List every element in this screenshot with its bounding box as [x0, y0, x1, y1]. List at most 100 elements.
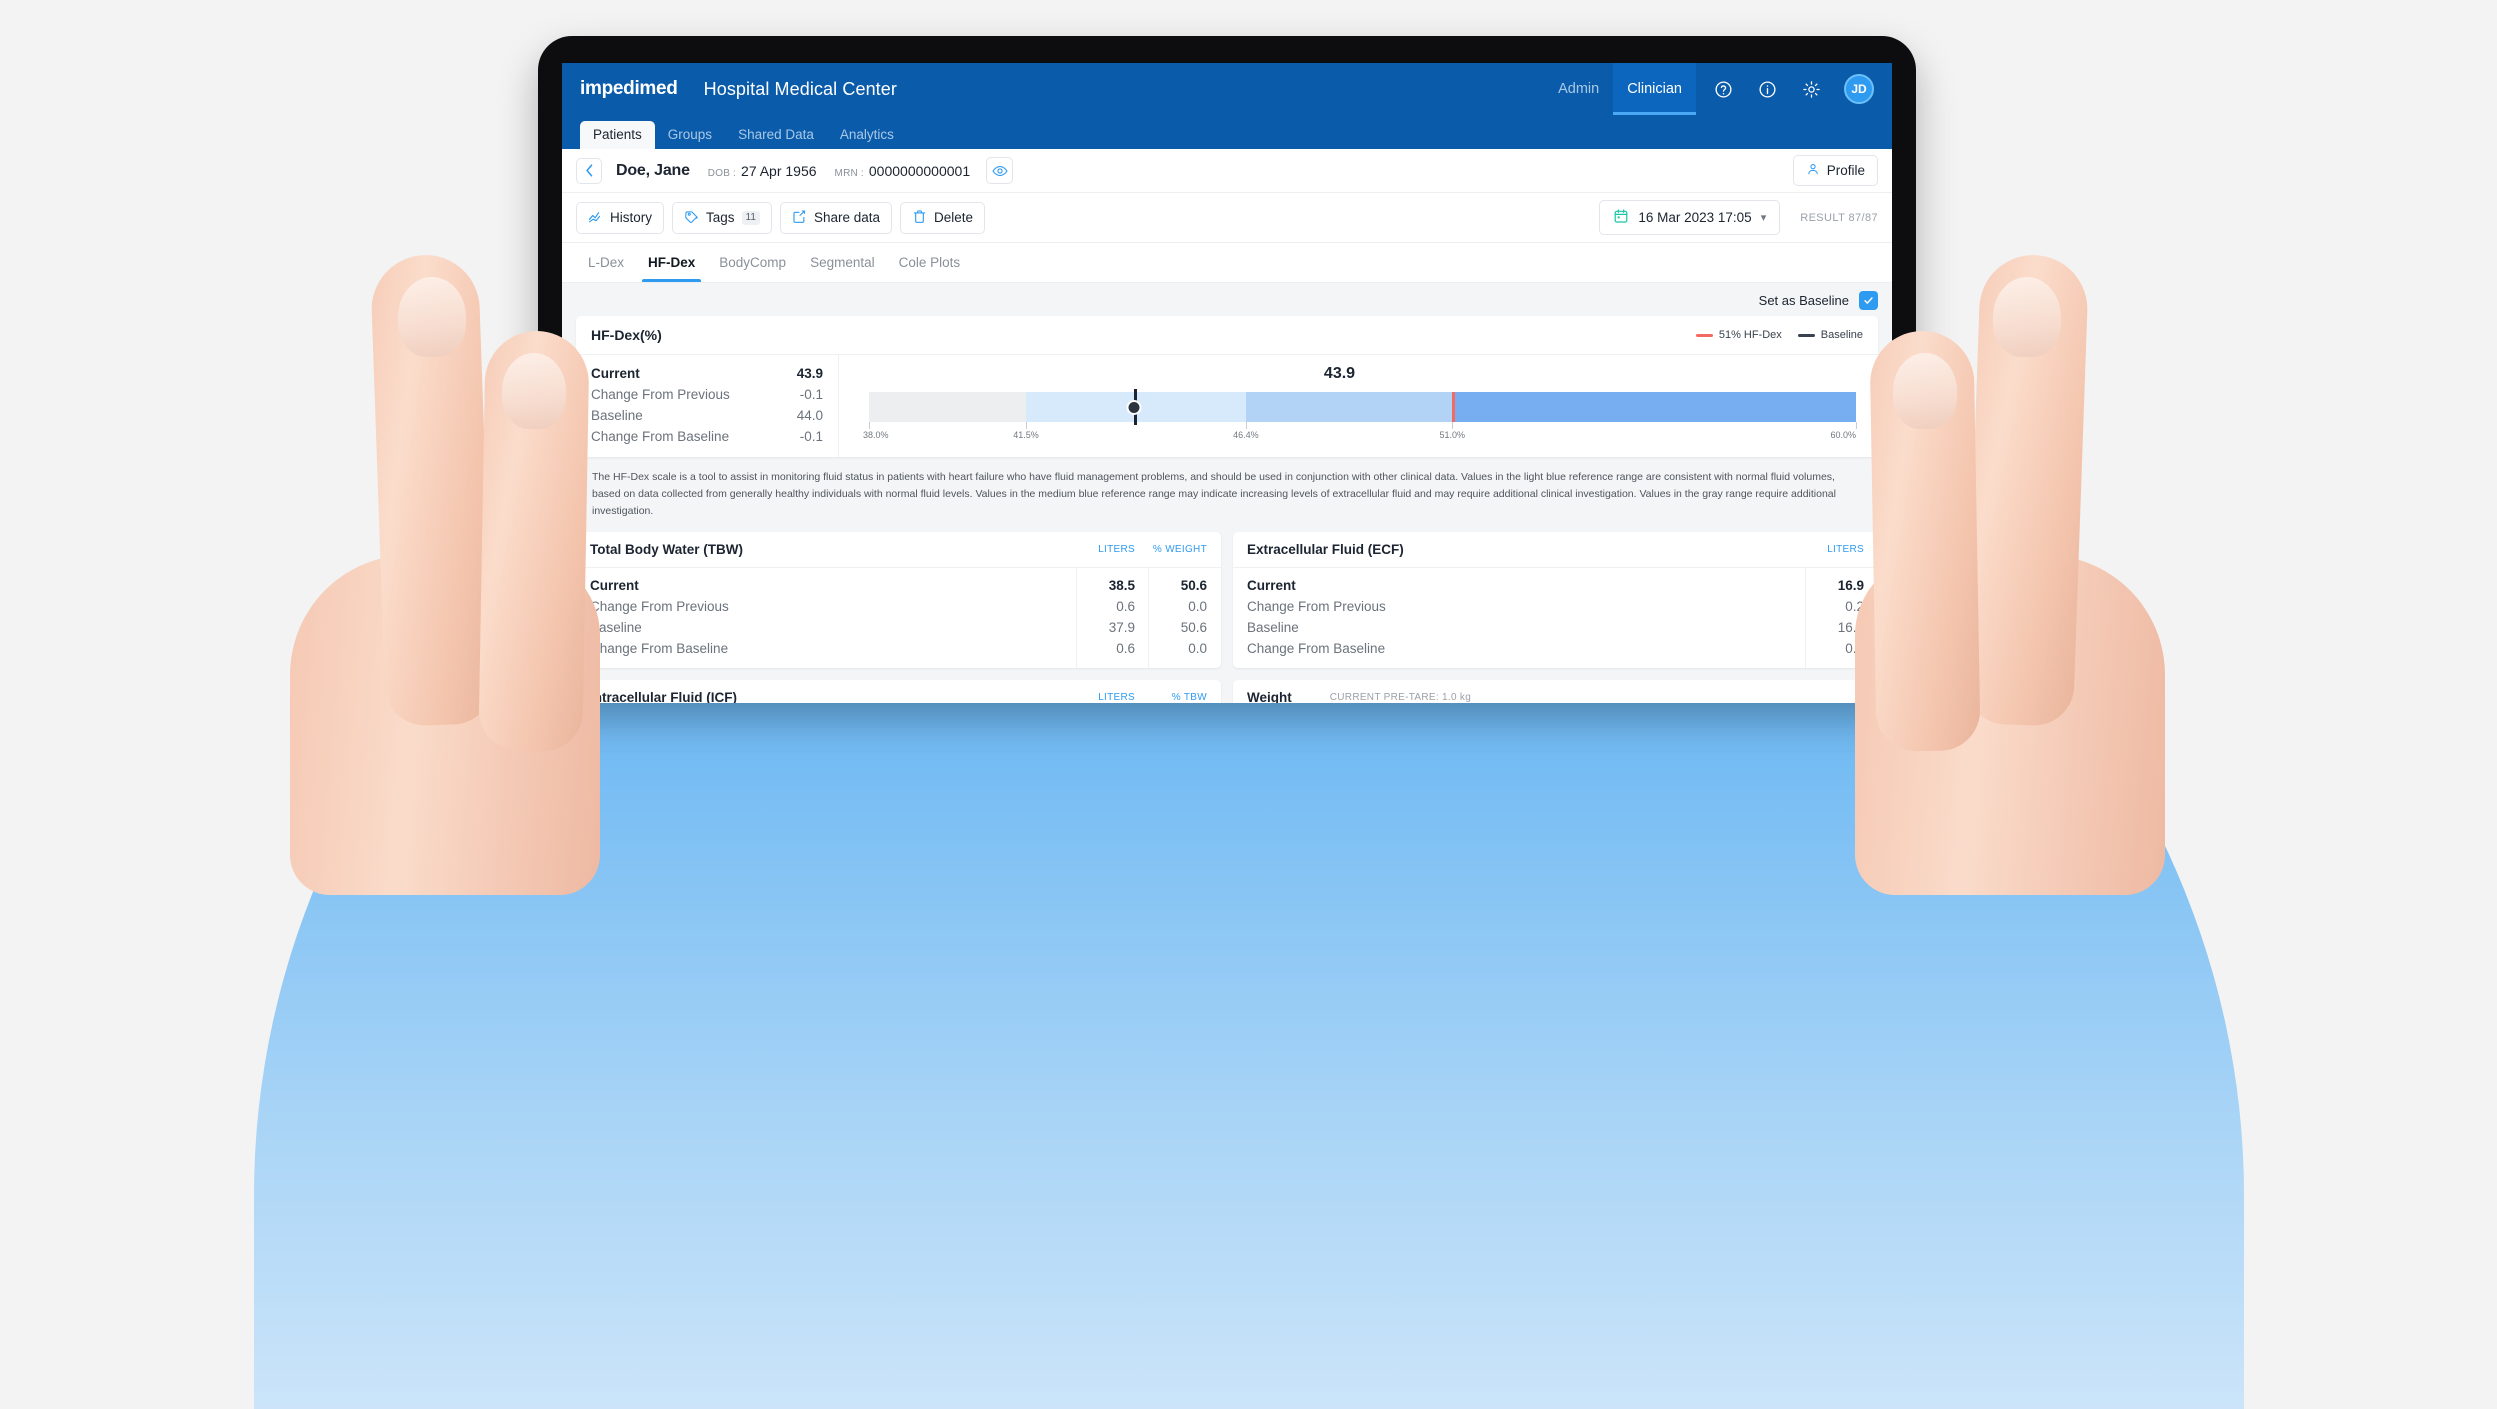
table-row: Change From Previous 0.2 — [1233, 596, 1878, 617]
hf-dex-card-body: Current 43.9 Change From Previous -0.1 B… — [576, 355, 1878, 457]
tab-hf-dex[interactable]: HF-Dex — [636, 243, 707, 282]
patient-name: Doe, Jane — [616, 161, 690, 179]
tab-cole-plots[interactable]: Cole Plots — [887, 243, 973, 282]
history-button[interactable]: History — [576, 201, 665, 234]
left-index-nail — [398, 277, 466, 357]
date-selector[interactable]: 16 Mar 2023 17:05 ▾ — [1599, 200, 1781, 235]
patient-mrn: MRN : 0000000000001 — [835, 163, 971, 179]
mrn-label: MRN : — [834, 167, 864, 179]
gauge-tick — [1452, 422, 1454, 429]
fluid-cards-row-1: Total Body Water (TBW) LITERS % WEIGHT C… — [576, 532, 1878, 668]
set-as-baseline-label: Set as Baseline — [1758, 293, 1849, 308]
row-value: 44.0 — [796, 408, 823, 423]
hf-dex-card-header: HF-Dex(%) 51% HF-Dex Baseline — [576, 316, 1878, 355]
icf-card-title: Intracellular Fluid (ICF) — [590, 690, 738, 703]
gauge-reference-marker-51 — [1452, 392, 1455, 422]
ecf-card-header: Extracellular Fluid (ECF) LITERS — [1233, 532, 1878, 568]
row-value-liters: 0.2 — [1845, 599, 1864, 614]
back-button[interactable] — [576, 157, 602, 184]
app-top-bar: impedimed Hospital Medical Center Admin … — [562, 63, 1892, 115]
trash-icon — [912, 209, 927, 227]
share-data-button[interactable]: Share data — [779, 201, 892, 234]
profile-button[interactable]: Profile — [1792, 155, 1878, 186]
share-icon — [792, 209, 807, 227]
role-tab-clinician[interactable]: Clinician — [1613, 63, 1696, 115]
eye-icon[interactable] — [986, 157, 1014, 184]
gauge-current-value: 43.9 — [1323, 365, 1356, 382]
tab-bodycomp[interactable]: BodyComp — [707, 243, 798, 282]
row-value-percent: 0.0 — [1188, 599, 1207, 614]
gauge-band-gray — [869, 392, 1027, 422]
table-row: Current 16.9 — [1233, 575, 1878, 596]
nav-tab-analytics[interactable]: Analytics — [827, 121, 907, 150]
gear-icon[interactable] — [1794, 72, 1828, 106]
tablet-screen: impedimed Hospital Medical Center Admin … — [562, 63, 1892, 703]
ecf-card: Extracellular Fluid (ECF) LITERS Current… — [1233, 532, 1878, 668]
main-nav-tabs: Patients Groups Shared Data Analytics — [562, 115, 1892, 149]
chevron-down-icon: ▾ — [1760, 212, 1767, 224]
share-data-button-label: Share data — [813, 210, 880, 225]
tab-segmental[interactable]: Segmental — [798, 243, 887, 282]
row-label: Baseline — [1247, 620, 1299, 635]
avatar[interactable]: JD — [1844, 74, 1874, 104]
legend-swatch-baseline — [1797, 333, 1815, 337]
row-label: Change From Baseline — [1247, 641, 1386, 656]
row-label: Change From Baseline — [590, 641, 729, 656]
row-label: Current — [590, 578, 639, 593]
row-value: -0.1 — [799, 429, 823, 444]
profile-button-label: Profile — [1826, 163, 1865, 178]
person-icon — [1806, 162, 1820, 179]
hf-dex-card-title: HF-Dex(%) — [591, 327, 662, 343]
ecf-unit-liters[interactable]: LITERS — [1792, 544, 1864, 555]
dob-value: 27 Apr 1956 — [741, 162, 817, 179]
gauge-tick-label: 38.0% — [863, 430, 889, 440]
gauge-tick — [1026, 422, 1028, 429]
weight-pretare-text: CURRENT PRE-TARE: 1.0 kg — [1329, 692, 1472, 703]
tags-button[interactable]: Tags 11 — [672, 201, 772, 234]
patient-dob: DOB : 27 Apr 1956 — [708, 163, 817, 179]
tbw-card: Total Body Water (TBW) LITERS % WEIGHT C… — [576, 532, 1221, 668]
legend-label-hfdex: 51% HF-Dex — [1718, 329, 1782, 341]
brand-logo: impedimed — [580, 78, 678, 99]
gauge-band-medium-blue — [1245, 392, 1453, 422]
tbw-unit-liters[interactable]: LITERS — [1063, 544, 1135, 555]
delete-button-label: Delete — [934, 210, 974, 225]
tags-count-badge: 11 — [741, 210, 760, 225]
icf-card: Intracellular Fluid (ICF) LITERS % TBW C… — [576, 680, 1221, 703]
hf-dex-values-table: Current 43.9 Change From Previous -0.1 B… — [576, 355, 839, 457]
nav-tab-groups[interactable]: Groups — [655, 121, 725, 150]
date-selector-value: 16 Mar 2023 17:05 — [1638, 210, 1752, 225]
role-tab-admin[interactable]: Admin — [1544, 63, 1613, 115]
nav-tab-patients[interactable]: Patients — [580, 120, 655, 149]
info-icon[interactable] — [1750, 72, 1784, 106]
row-label: Baseline — [590, 620, 642, 635]
tab-l-dex[interactable]: L-Dex — [576, 243, 636, 282]
row-label: Change From Baseline — [591, 429, 730, 444]
nav-tab-shared-data[interactable]: Shared Data — [725, 121, 827, 150]
gauge-band-dark-blue — [1452, 392, 1856, 422]
icf-unit-percent-tbw[interactable]: % TBW — [1135, 692, 1207, 703]
row-value-percent: 0.0 — [1188, 641, 1207, 656]
row-value-liters: 0.6 — [1116, 599, 1135, 614]
weight-card-header: Weight CURRENT PRE-TARE: 1.0 kg — [1233, 680, 1878, 703]
row-label: Current — [591, 366, 640, 381]
hf-dex-card: HF-Dex(%) 51% HF-Dex Baseline Current 43… — [576, 316, 1878, 457]
table-row: Current 38.5 50.6 — [576, 575, 1221, 596]
tablet-device-frame: impedimed Hospital Medical Center Admin … — [538, 36, 1916, 703]
gauge-tick-label: 51.0% — [1439, 430, 1465, 440]
icf-unit-liters[interactable]: LITERS — [1063, 692, 1135, 703]
gauge-tick-label: 46.4% — [1233, 430, 1259, 440]
gauge-tick-axis: 38.0% 41.5% 46.4% 51.0% 60.0% — [863, 422, 1857, 440]
help-icon[interactable] — [1706, 72, 1740, 106]
patient-toolbar: History Tags 11 Share data Delete 16 Mar… — [562, 193, 1892, 243]
icf-card-header: Intracellular Fluid (ICF) LITERS % TBW — [576, 680, 1221, 703]
page-content: Doe, Jane DOB : 27 Apr 1956 MRN : 000000… — [562, 149, 1892, 703]
delete-button[interactable]: Delete — [900, 201, 986, 234]
tbw-card-body: Current 38.5 50.6 Change From Previous 0… — [576, 568, 1221, 668]
tag-icon — [684, 209, 699, 227]
table-row: Baseline 16.7 — [1233, 617, 1878, 638]
ecf-card-body: Current 16.9 Change From Previous 0.2 Ba… — [1233, 568, 1878, 668]
tbw-unit-percent-weight[interactable]: % WEIGHT — [1135, 544, 1207, 555]
mrn-value: 0000000000001 — [868, 162, 971, 179]
set-as-baseline-checkbox[interactable] — [1859, 291, 1878, 310]
